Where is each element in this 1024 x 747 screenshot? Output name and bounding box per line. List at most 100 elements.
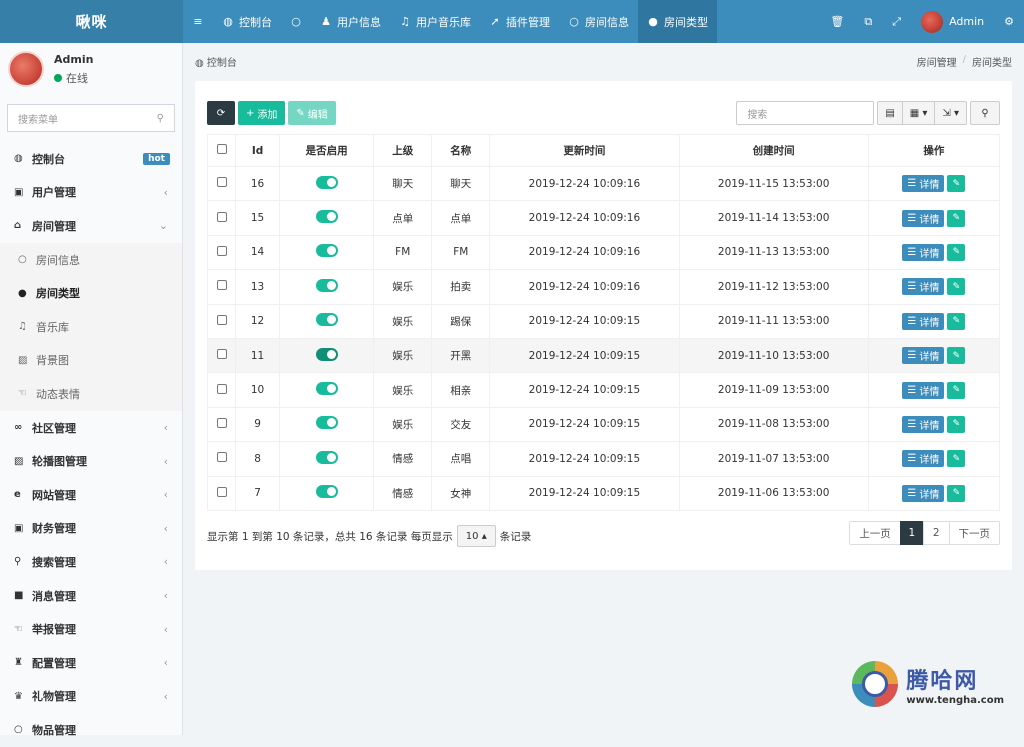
language-icon[interactable]: ⧉: [854, 0, 882, 43]
row-checkbox[interactable]: [216, 177, 227, 188]
breadcrumb-home[interactable]: ◍ 控制台: [195, 54, 237, 69]
edit-button[interactable]: ✎ 编辑: [288, 101, 336, 125]
page-size-select[interactable]: 10 ▴: [456, 525, 496, 547]
sidebar-item-11[interactable]: ▣ 财务管理 ‹: [0, 512, 182, 546]
next-page-button[interactable]: 下一页: [948, 521, 1000, 545]
enabled-toggle[interactable]: [315, 278, 338, 292]
sidebar-item-4[interactable]: ● 房间类型: [0, 276, 182, 310]
table-row[interactable]: 10 娱乐 相亲 2019-12-24 10:09:15 2019-11-09 13:5…: [206, 372, 1001, 408]
detail-button[interactable]: ☰ 详情: [902, 243, 945, 261]
column-header[interactable]: 是否启用: [279, 134, 375, 167]
row-checkbox[interactable]: [216, 349, 227, 360]
row-checkbox[interactable]: [216, 417, 227, 428]
column-header[interactable]: 更新时间: [489, 134, 680, 167]
enabled-toggle[interactable]: [315, 382, 338, 396]
enabled-toggle[interactable]: [315, 347, 338, 361]
table-row[interactable]: 9 娱乐 交友 2019-12-24 10:09:15 2019-11-08 13:53…: [206, 406, 1001, 443]
settings-icon[interactable]: ⚙: [994, 0, 1024, 43]
column-header[interactable]: 创建时间: [678, 134, 869, 167]
search-button[interactable]: ⚲: [970, 101, 1000, 125]
detail-button[interactable]: ☰ 详情: [902, 381, 945, 399]
column-header[interactable]: 名称: [431, 134, 491, 167]
row-checkbox[interactable]: [216, 383, 227, 394]
sidebar-item-1[interactable]: ▣ 用户管理 ‹: [0, 176, 182, 210]
sidebar-item-7[interactable]: ☜ 动态表情: [0, 377, 182, 411]
add-button[interactable]: + 添加: [238, 101, 286, 125]
sidebar-item-13[interactable]: ■ 消息管理 ‹: [0, 579, 182, 613]
row-checkbox[interactable]: [216, 452, 227, 463]
table-row[interactable]: 12 娱乐 踢保 2019-12-24 10:09:15 2019-11-11 13:5…: [206, 303, 1001, 339]
table-row[interactable]: 7 情感 女神 2019-12-24 10:09:15 2019-11-06 13:53…: [206, 475, 1001, 511]
sidebar-item-10[interactable]: e 网站管理 ‹: [0, 478, 182, 512]
row-checkbox[interactable]: [216, 245, 227, 256]
enabled-toggle[interactable]: [315, 313, 338, 327]
menu-search-input[interactable]: 搜索菜单 ⚲: [7, 104, 175, 132]
column-header[interactable]: 上级: [373, 134, 433, 167]
edit-row-button[interactable]: ✎: [947, 381, 966, 399]
sidebar-item-17[interactable]: ○ 物品管理: [0, 713, 182, 747]
detail-button[interactable]: ☰ 详情: [902, 450, 945, 468]
table-search-input[interactable]: 搜索: [736, 101, 875, 125]
enabled-toggle[interactable]: [315, 244, 338, 258]
topnav-item-3[interactable]: ♟ 用户信息: [311, 0, 390, 43]
sidebar-item-6[interactable]: ▨ 背景图: [0, 344, 182, 378]
table-row[interactable]: 8 情感 点唱 2019-12-24 10:09:15 2019-11-07 13:53…: [206, 441, 1001, 477]
page-1-button[interactable]: 1: [899, 521, 924, 545]
toggle-view-button[interactable]: ▤: [877, 101, 903, 125]
enabled-toggle[interactable]: [315, 416, 338, 430]
sidebar-item-9[interactable]: ▨ 轮播图管理 ‹: [0, 444, 182, 478]
sidebar-item-8[interactable]: ∞ 社区管理 ‹: [0, 411, 182, 445]
edit-row-button[interactable]: ✎: [947, 415, 966, 433]
table-row[interactable]: 16 聊天 聊天 2019-12-24 10:09:16 2019-11-15 13:5…: [206, 165, 1001, 202]
row-checkbox[interactable]: [216, 314, 227, 325]
detail-button[interactable]: ☰ 详情: [902, 209, 945, 227]
sidebar-item-16[interactable]: ♛ 礼物管理 ‹: [0, 680, 182, 714]
topnav-item-6[interactable]: ○ 房间信息: [559, 0, 638, 43]
detail-button[interactable]: ☰ 详情: [902, 278, 945, 296]
column-header[interactable]: 操作: [867, 134, 1001, 167]
columns-button[interactable]: ▦ ▾: [901, 101, 936, 125]
app-logo[interactable]: 啾咪: [0, 0, 183, 43]
fullscreen-icon[interactable]: ⤢: [882, 0, 911, 43]
table-row[interactable]: 14 FM FM 2019-12-24 10:09:16 2019-11-13 13:5…: [206, 234, 1001, 271]
table-row[interactable]: 11 娱乐 开黑 2019-12-24 10:09:15 2019-11-10 13:5…: [206, 337, 1001, 374]
page-2-button[interactable]: 2: [922, 521, 950, 545]
detail-button[interactable]: ☰ 详情: [902, 484, 945, 502]
prev-page-button[interactable]: 上一页: [849, 521, 901, 545]
export-button[interactable]: ⇲ ▾: [934, 101, 967, 125]
detail-button[interactable]: ☰ 详情: [902, 175, 945, 193]
topnav-item-5[interactable]: ➚ 插件管理: [480, 0, 559, 43]
topnav-item-1[interactable]: ◍ 控制台: [213, 0, 281, 43]
enabled-toggle[interactable]: [315, 485, 338, 499]
edit-row-button[interactable]: ✎: [947, 209, 966, 227]
sidebar-item-15[interactable]: ♜ 配置管理 ‹: [0, 646, 182, 680]
row-checkbox[interactable]: [216, 211, 227, 222]
topnav-item-4[interactable]: ♫ 用户音乐库: [390, 0, 480, 43]
refresh-button[interactable]: ⟳: [207, 101, 235, 125]
column-header[interactable]: Id: [235, 134, 281, 167]
breadcrumb-room-mgmt[interactable]: 房间管理: [917, 54, 957, 69]
edit-row-button[interactable]: ✎: [947, 347, 966, 365]
row-checkbox[interactable]: [216, 486, 227, 497]
sidebar-item-2[interactable]: ⌂ 房间管理 ⌄: [0, 209, 182, 243]
sidebar-item-3[interactable]: ○ 房间信息: [0, 243, 182, 277]
edit-row-button[interactable]: ✎: [947, 450, 966, 468]
edit-row-button[interactable]: ✎: [947, 484, 966, 502]
enabled-toggle[interactable]: [315, 210, 338, 224]
enabled-toggle[interactable]: [315, 175, 338, 189]
trash-icon[interactable]: 🗑: [820, 0, 854, 43]
detail-button[interactable]: ☰ 详情: [902, 312, 945, 330]
sidebar-item-0[interactable]: ◍ 控制台 hot: [0, 142, 182, 176]
sidebar-item-12[interactable]: ⚲ 搜索管理 ‹: [0, 545, 182, 579]
topnav-item-7[interactable]: ● 房间类型: [638, 0, 717, 43]
detail-button[interactable]: ☰ 详情: [902, 347, 945, 365]
sidebar-item-14[interactable]: ☜ 举报管理 ‹: [0, 612, 182, 646]
edit-row-button[interactable]: ✎: [947, 243, 966, 261]
select-all-checkbox[interactable]: [216, 144, 227, 154]
table-row[interactable]: 15 点单 点单 2019-12-24 10:09:16 2019-11-14 13:5…: [206, 200, 1001, 236]
edit-row-button[interactable]: ✎: [947, 175, 966, 193]
enabled-toggle[interactable]: [315, 450, 338, 464]
topnav-item-2[interactable]: ○: [281, 0, 311, 43]
table-row[interactable]: 13 娱乐 拍卖 2019-12-24 10:09:16 2019-11-12 13:5…: [206, 269, 1001, 305]
detail-button[interactable]: ☰ 详情: [902, 415, 945, 433]
